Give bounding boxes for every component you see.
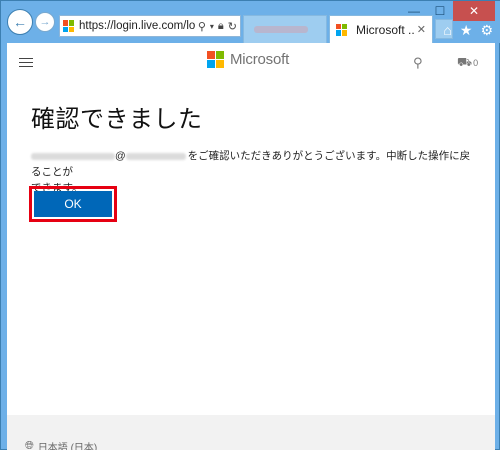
browser-tool-icons: ⌂ ★ ⚙	[443, 22, 493, 39]
email-at: @	[115, 150, 126, 162]
maximize-button[interactable]: ☐	[427, 1, 453, 21]
page-title: 確認できました	[31, 106, 203, 133]
address-bar[interactable]: https://login.live.com/log ⚲ ▾ 🔒︎ ↻	[59, 15, 241, 37]
page-viewport: Microsoft ⚲ ⛟ 0 確認できました @ をご確認いただきありがとうござ…	[7, 43, 495, 450]
close-icon[interactable]: ✕	[417, 23, 426, 36]
brand-name: Microsoft	[230, 51, 290, 68]
hamburger-icon[interactable]	[19, 58, 33, 70]
tab-inactive[interactable]	[243, 15, 327, 43]
ok-button[interactable]: OK	[34, 191, 112, 217]
blurred-email-domain	[125, 152, 186, 160]
gear-icon[interactable]: ⚙	[480, 22, 493, 39]
blurred-tab-title	[254, 26, 308, 33]
search-icon[interactable]: ⚲	[198, 20, 206, 33]
search-icon[interactable]: ⚲	[413, 55, 423, 71]
microsoft-icon	[336, 23, 348, 36]
back-button[interactable]: ←	[7, 9, 33, 35]
url-text: https://login.live.com/log	[79, 20, 195, 32]
lock-icon[interactable]: 🔒︎	[218, 20, 224, 33]
dropdown-icon[interactable]: ▾	[210, 22, 214, 31]
back-arrow-icon: ←	[13, 14, 27, 30]
home-icon[interactable]: ⌂	[443, 22, 451, 39]
window-controls: — ☐ ✕	[401, 1, 495, 21]
tab-title: Microsoft ...	[356, 22, 414, 37]
browser-toolbar: ← → https://login.live.com/log ⚲ ▾ 🔒︎ ↻	[1, 1, 500, 43]
microsoft-logo[interactable]: Microsoft	[207, 51, 289, 68]
forward-button[interactable]: →	[35, 12, 55, 32]
language-selector[interactable]: 🌐︎ 日本語 (日本)	[25, 439, 97, 450]
language-label: 日本語 (日本)	[37, 443, 98, 450]
minimize-button[interactable]: —	[401, 1, 427, 21]
site-header: Microsoft ⚲ ⛟ 0	[7, 43, 495, 79]
cart-icon: ⛟	[457, 55, 473, 69]
forward-arrow-icon: →	[39, 15, 51, 28]
page-footer: 🌐︎ 日本語 (日本)	[7, 415, 495, 450]
blurred-email-user	[31, 152, 115, 160]
refresh-icon[interactable]: ↻	[228, 20, 237, 33]
globe-icon: 🌐︎	[25, 440, 34, 450]
browser-window: ← → https://login.live.com/log ⚲ ▾ 🔒︎ ↻	[0, 0, 500, 450]
cart-count: 0	[473, 58, 479, 68]
microsoft-icon	[63, 20, 75, 32]
star-icon[interactable]: ★	[460, 22, 473, 39]
microsoft-icon	[207, 51, 224, 68]
cart-button[interactable]: ⛟ 0	[457, 55, 478, 71]
close-window-button[interactable]: ✕	[453, 1, 495, 21]
